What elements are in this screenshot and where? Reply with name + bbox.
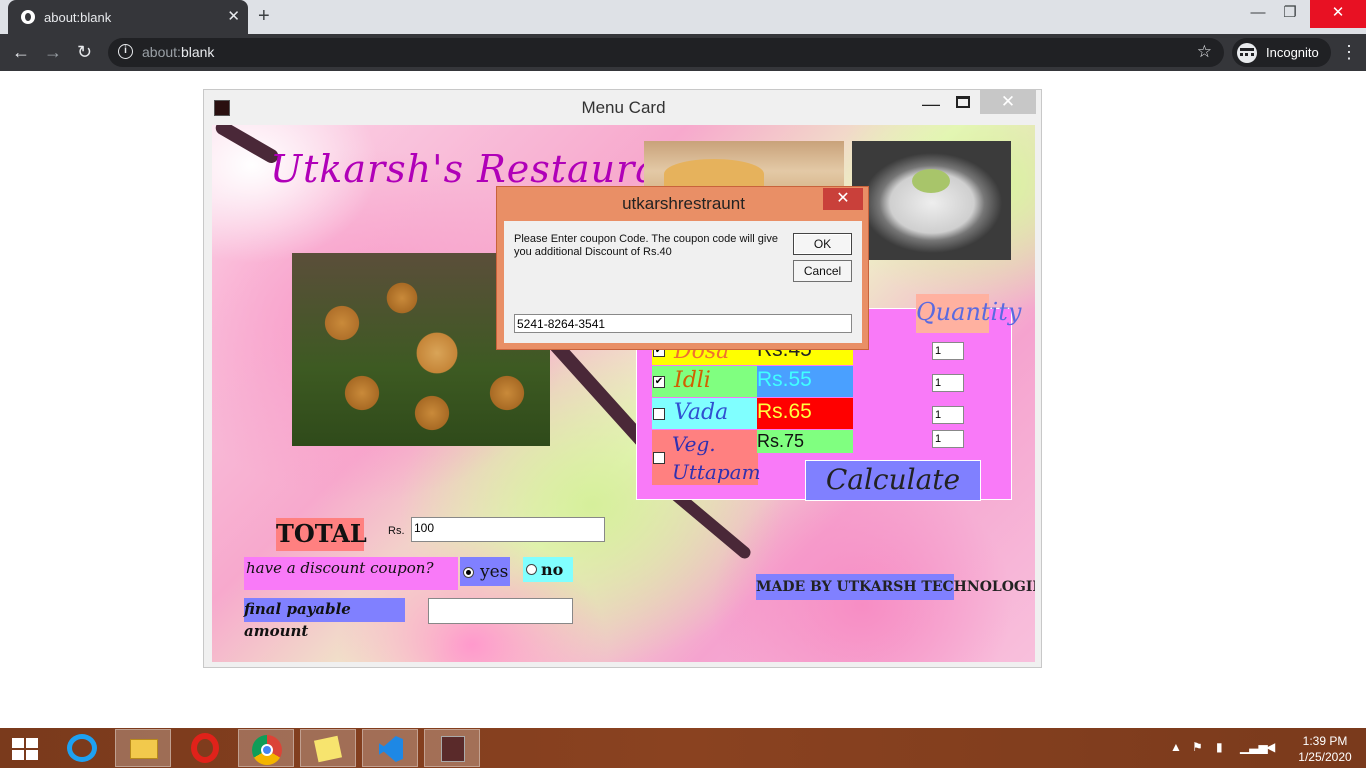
browser-tab[interactable]: about:blank ✕ [8,0,248,34]
item-uttapam-price: Rs.75 [757,430,853,453]
item-uttapam-qty[interactable]: 1 [932,430,964,448]
calculate-button[interactable]: Calculate [805,460,981,501]
address-bar[interactable]: i about:blank ☆ [108,38,1224,67]
item-uttapam-checkbox[interactable] [653,452,665,464]
sticky-notes-icon[interactable] [300,729,356,767]
incognito-badge[interactable]: Incognito [1232,38,1331,67]
windows-start-icon[interactable] [12,738,38,760]
taskbar: ▲ ⚑ ▮ ▁▃▅ ◀ 1:39 PM 1/25/2020 [0,728,1366,768]
item-vada-checkbox[interactable] [653,408,665,420]
battery-icon[interactable]: ▮ [1216,740,1223,754]
rs-label: Rs. [388,525,405,537]
app-close-button[interactable]: ✕ [980,90,1036,114]
menu-card-window: Menu Card — ✕ Utkarsh's Restaurant Quant… [203,89,1042,668]
opera-icon[interactable] [177,729,233,767]
globe-icon [21,10,35,24]
reload-icon[interactable]: ↻ [77,42,92,63]
quantity-label: Quantity [916,294,1021,333]
item-dosa-qty[interactable]: 1 [932,342,964,360]
item-vada-price: Rs.65 [757,398,853,429]
final-amount-field[interactable] [428,598,573,624]
yes-label: yes [480,562,509,582]
incognito-icon [1237,43,1257,63]
final-amount-label: final payable amount [244,598,405,640]
restore-button[interactable]: ❐ [1268,0,1312,28]
window-title: Menu Card [581,98,666,117]
back-arrow-icon[interactable]: ← [12,42,30,63]
dialog-body: Please Enter coupon Code. The coupon cod… [504,221,862,343]
dialog-message: Please Enter coupon Code. The coupon cod… [514,233,778,258]
yes-radio-icon[interactable] [463,567,474,578]
item-uttapam-label: Veg. Uttapam [652,430,761,485]
vscode-icon[interactable] [362,729,418,767]
volume-icon[interactable]: ◀ [1266,740,1275,754]
total-field[interactable]: 100 [411,517,605,542]
made-by-label: MADE BY UTKARSH TECHNOLOGIES [756,574,1035,600]
item-idli-checkbox[interactable]: ✔ [653,376,665,388]
item-vada-qty[interactable]: 1 [932,406,964,424]
clock-time: 1:39 PM [1302,734,1348,748]
tab-title: about:blank [44,10,112,25]
browser-toolbar: ← → ↻ i about:blank ☆ Incognito ⋮ [0,34,1366,71]
close-window-button[interactable]: ✕ [1310,0,1366,28]
tab-close-icon[interactable]: ✕ [227,7,240,25]
total-label: TOTAL [276,518,367,551]
info-icon[interactable]: i [118,44,133,59]
item-idli-label: Idli [652,366,758,397]
coupon-code-input[interactable]: 5241-8264-3541 [514,314,852,333]
clock-date: 1/25/2020 [1298,750,1352,764]
item-vada-label: Vada [652,398,758,429]
menu-card-app-icon[interactable] [424,729,480,767]
show-hidden-icons-icon[interactable]: ▲ [1170,740,1182,754]
cancel-button[interactable]: Cancel [793,260,852,282]
dosa-image [644,141,844,191]
idli-image [852,141,1011,260]
dialog-title: utkarshrestraunt [622,194,745,213]
chrome-icon[interactable] [238,729,294,767]
network-icon[interactable]: ▁▃▅ [1240,740,1268,754]
kebab-menu-icon[interactable]: ⋮ [1340,42,1358,63]
forward-arrow-icon[interactable]: → [44,42,62,63]
discount-question: have a discount coupon? [244,557,458,590]
tab-strip: about:blank ✕ + — ❐ ✕ [0,0,1366,34]
no-label: no [541,560,564,579]
dialog-close-button[interactable]: ✕ [823,188,863,210]
incognito-label: Incognito [1266,45,1319,60]
yes-radio-option[interactable]: yes [460,557,510,586]
coupon-dialog: utkarshrestraunt ✕ Please Enter coupon C… [496,186,869,350]
action-center-icon[interactable]: ⚑ [1192,740,1203,754]
clock[interactable]: 1:39 PM 1/25/2020 [1290,733,1360,765]
restaurant-heading: Utkarsh's Restaurant [270,147,701,191]
app-maximize-button[interactable] [956,96,970,108]
new-tab-button[interactable]: + [258,5,270,28]
address-url: about:blank [142,44,215,60]
item-idli-price: Rs.55 [757,366,853,397]
no-radio-option[interactable]: no [523,557,573,582]
internet-explorer-icon[interactable] [54,729,110,767]
app-minimize-button[interactable]: — [922,94,942,115]
ok-button[interactable]: OK [793,233,852,255]
bookmark-star-icon[interactable]: ☆ [1197,42,1212,62]
file-explorer-icon[interactable] [115,729,171,767]
no-radio-icon[interactable] [526,564,537,575]
item-idli-qty[interactable]: 1 [932,374,964,392]
